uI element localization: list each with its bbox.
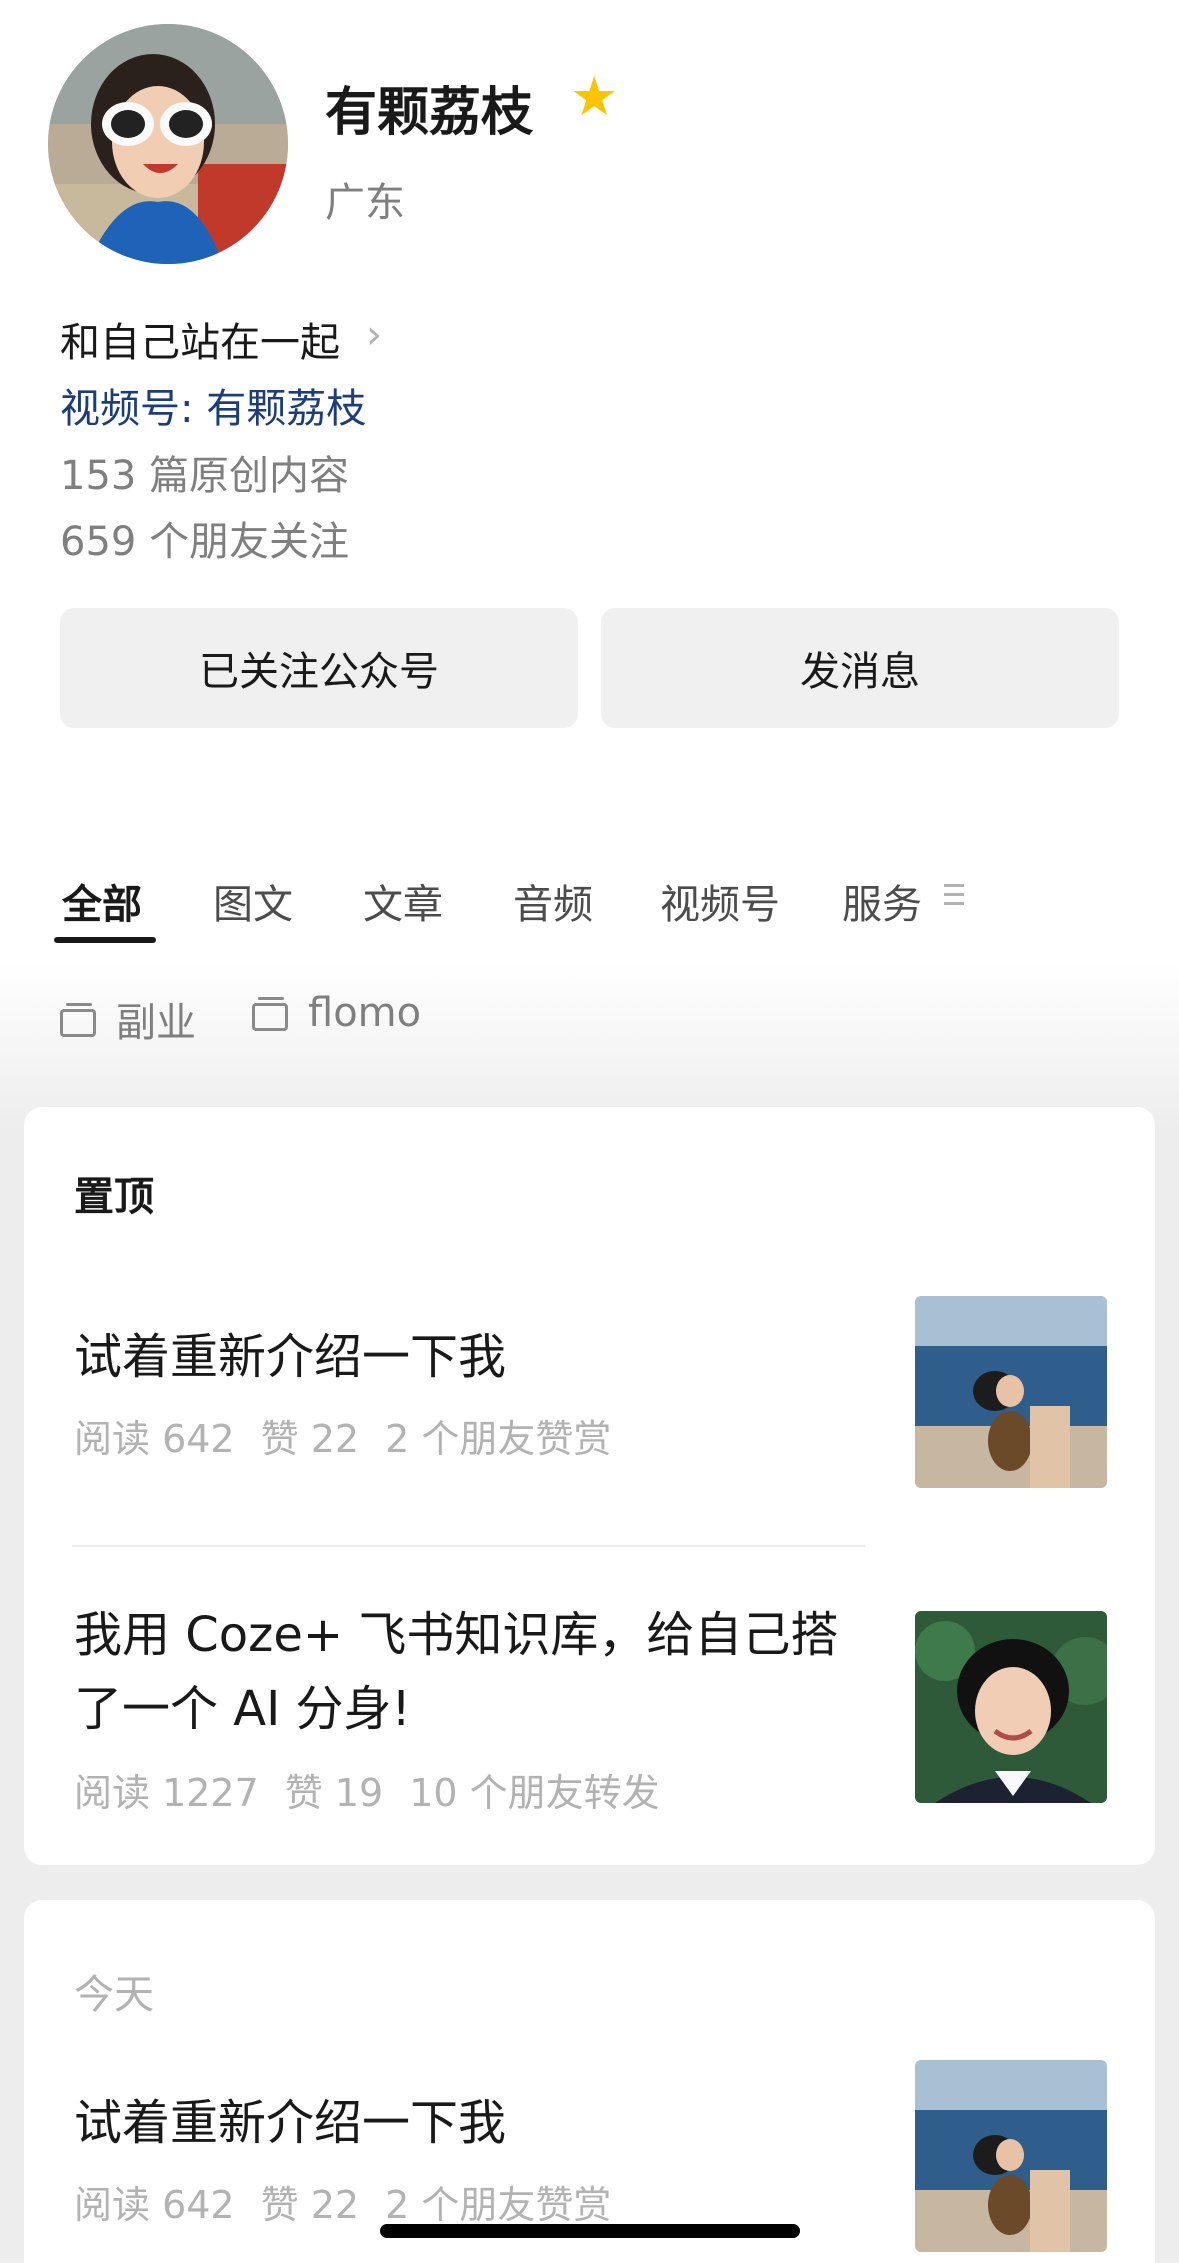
home-indicator[interactable]: [380, 2224, 800, 2238]
folder-icon: [60, 1001, 98, 1037]
folder-side-business[interactable]: 副业: [60, 990, 196, 1048]
article-meta: 阅读 642 赞 22 2 个朋友赞赏: [74, 1408, 637, 1463]
folder-icon: [252, 995, 290, 1031]
star-icon: ★: [570, 65, 619, 128]
pinned-section-title: 置顶: [74, 1174, 154, 1220]
article-thumbnail[interactable]: [915, 2060, 1107, 2252]
read-count: 阅读 642: [74, 2183, 235, 2227]
followed-button[interactable]: 已关注公众号: [60, 608, 578, 728]
folder-label: flomo: [308, 990, 422, 1036]
send-message-button[interactable]: 发消息: [601, 608, 1119, 728]
read-count: 阅读 1227: [74, 1771, 259, 1815]
tab-image-text[interactable]: 图文: [213, 872, 293, 930]
article-title[interactable]: 试着重新介绍一下我: [74, 2086, 506, 2160]
folder-flomo[interactable]: flomo: [252, 990, 421, 1036]
active-tab-indicator: [54, 937, 156, 943]
article-meta: 阅读 642 赞 22 2 个朋友赞赏: [74, 2174, 637, 2229]
chevron-right-icon[interactable]: ›: [366, 312, 382, 358]
tab-services[interactable]: 服务: [842, 872, 922, 930]
article-meta: 阅读 1227 赞 19 10 个朋友转发: [74, 1762, 686, 1817]
tab-all[interactable]: 全部: [62, 872, 142, 930]
like-count: 赞 22: [260, 2183, 360, 2227]
article-title-line1[interactable]: 我用 Coze+ 飞书知识库，给自己搭: [74, 1598, 838, 1672]
article-thumbnail[interactable]: [915, 1296, 1107, 1488]
original-count[interactable]: 153 篇原创内容: [60, 443, 349, 501]
like-count: 赞 19: [284, 1771, 384, 1815]
friends-following[interactable]: 659 个朋友关注: [60, 509, 349, 567]
menu-icon[interactable]: [944, 884, 964, 911]
article-thumbnail[interactable]: [915, 1611, 1107, 1803]
article-title-line2[interactable]: 了一个 AI 分身!: [74, 1672, 411, 1746]
friend-activity: 2 个朋友赞赏: [385, 1417, 612, 1461]
profile-bio[interactable]: 和自己站在一起: [60, 310, 340, 368]
profile-avatar[interactable]: [48, 24, 288, 264]
article-divider: [72, 1545, 865, 1547]
tab-audio[interactable]: 音频: [513, 872, 593, 930]
friend-activity: 2 个朋友赞赏: [385, 2183, 612, 2227]
channel-link[interactable]: 视频号: 有颗荔枝: [60, 376, 366, 434]
tab-channels[interactable]: 视频号: [660, 872, 780, 930]
read-count: 阅读 642: [74, 1417, 235, 1461]
like-count: 赞 22: [260, 1417, 360, 1461]
profile-region: 广东: [325, 180, 405, 226]
tab-articles[interactable]: 文章: [363, 872, 443, 930]
avatar-image: [48, 24, 288, 264]
friend-activity: 10 个朋友转发: [409, 1771, 660, 1815]
folder-label: 副业: [116, 1000, 196, 1046]
profile-name: 有颗荔枝: [325, 83, 534, 143]
today-section-title: 今天: [74, 1972, 154, 2018]
article-title[interactable]: 试着重新介绍一下我: [74, 1320, 506, 1394]
